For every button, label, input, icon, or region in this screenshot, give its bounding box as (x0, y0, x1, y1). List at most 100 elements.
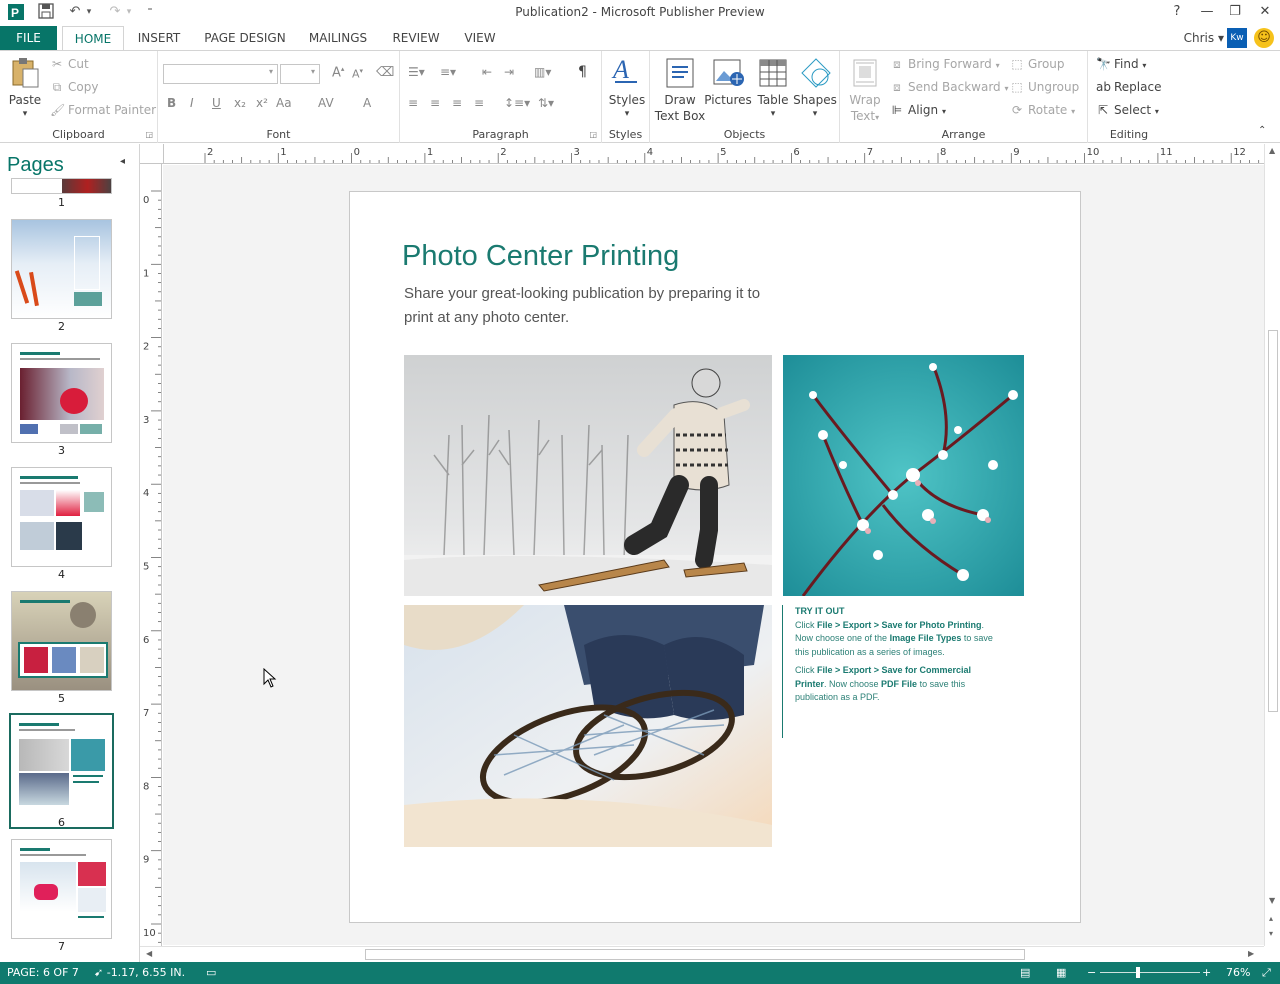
wrap-text-icon[interactable] (851, 57, 881, 87)
dialog-launcher-icon[interactable]: ◲ (589, 130, 597, 139)
select-button[interactable]: ⇱ Select ▾ (1096, 103, 1159, 117)
scroll-left-icon[interactable]: ◀ (146, 949, 152, 958)
group-button[interactable]: ⬚ Group (1010, 57, 1064, 71)
character-spacing-button[interactable]: AV (318, 96, 334, 110)
tab-home[interactable]: HOME (62, 26, 124, 51)
page-thumbnail-3[interactable] (11, 343, 112, 443)
shapes-icon[interactable] (800, 57, 831, 88)
page-thumbnail-1[interactable] (11, 178, 112, 194)
user-name[interactable]: Chris ▾ (1184, 28, 1224, 48)
styles-icon[interactable]: A (611, 55, 641, 86)
tab-file[interactable]: FILE (0, 26, 57, 50)
numbering-icon[interactable]: ≡▾ (440, 65, 456, 79)
page-thumbnail-6[interactable] (9, 713, 114, 829)
send-backward-button[interactable]: ⧈ Send Backward ▾ (890, 80, 1008, 95)
feedback-smiley-icon[interactable]: ☺ (1254, 28, 1274, 48)
tab-view[interactable]: VIEW (458, 26, 502, 50)
horizontal-scrollbar[interactable]: ◀ ▶ (140, 946, 1264, 962)
pictures-icon[interactable] (713, 57, 744, 87)
fit-page-icon[interactable]: ⤢ (1262, 966, 1271, 980)
try-it-out-box[interactable]: TRY IT OUT Click File > Export > Save fo… (782, 605, 1002, 738)
bring-forward-button[interactable]: ⧈ Bring Forward ▾ (890, 57, 999, 72)
format-painter-button[interactable]: 🖌 Format Painter (50, 103, 156, 117)
zoom-level[interactable]: 76% (1226, 966, 1250, 979)
tab-review[interactable]: REVIEW (388, 26, 444, 50)
paste-dropdown-icon[interactable]: ▾ (6, 106, 44, 122)
draw-text-box-label-2[interactable]: Text Box (652, 108, 708, 124)
table-icon[interactable] (758, 57, 788, 87)
close-button[interactable]: ✕ (1252, 2, 1278, 22)
page-thumbnail-7[interactable] (11, 839, 112, 939)
grow-font-button[interactable]: A▴ (332, 65, 344, 80)
align-button[interactable]: ⊫ Align ▾ (890, 103, 946, 117)
page-thumbnail-5[interactable] (11, 591, 112, 691)
publication-page[interactable]: Photo Center Printing Share your great-l… (349, 191, 1081, 923)
scroll-right-icon[interactable]: ▶ (1248, 949, 1254, 958)
vertical-scrollbar[interactable]: ▲ ▼ ▴ ▾ (1264, 144, 1280, 946)
paragraph-spacing-icon[interactable]: ⇅▾ (538, 96, 554, 110)
paste-icon[interactable] (10, 57, 40, 88)
align-right-icon[interactable]: ≡ (452, 96, 462, 110)
horizontal-ruler[interactable]: 2 1 0 1 2 3 4 5 6 7 8 9 10 11 12 (164, 144, 1278, 164)
page-title[interactable]: Photo Center Printing (402, 240, 679, 273)
help-button[interactable]: ? (1164, 2, 1190, 22)
font-color-button[interactable]: A (363, 96, 371, 110)
two-page-view-icon[interactable]: ▦ (1056, 966, 1066, 979)
page-thumbnail-4[interactable] (11, 467, 112, 567)
font-name-combo[interactable]: ▾ (163, 64, 278, 84)
shrink-font-button[interactable]: A▾ (352, 67, 363, 81)
draw-text-box-label-1[interactable]: Draw (656, 92, 704, 108)
font-size-combo[interactable]: ▾ (280, 64, 320, 84)
collapse-pane-icon[interactable]: ◂ (120, 156, 125, 167)
page-indicator[interactable]: PAGE: 6 OF 7 (7, 966, 79, 979)
scroll-down-icon[interactable]: ▼ (1269, 896, 1275, 905)
vertical-ruler[interactable]: 0 1 2 3 4 5 6 7 8 9 10 (140, 164, 162, 980)
dialog-launcher-icon[interactable]: ◲ (145, 130, 153, 139)
align-left-icon[interactable]: ≡ (408, 96, 418, 110)
line-spacing-icon[interactable]: ↕≡▾ (504, 96, 530, 110)
vertical-scroll-thumb[interactable] (1268, 330, 1278, 712)
zoom-out-button[interactable]: − (1087, 966, 1096, 979)
previous-page-icon[interactable]: ▴ (1269, 914, 1273, 923)
zoom-slider-thumb[interactable] (1136, 967, 1140, 978)
zoom-slider-track[interactable] (1100, 972, 1200, 973)
superscript-button[interactable]: x² (256, 96, 268, 110)
collapse-ribbon-icon[interactable]: ⌃ (1258, 125, 1266, 136)
change-case-button[interactable]: Aa (276, 96, 292, 110)
subscript-button[interactable]: x₂ (234, 96, 246, 110)
wrap-text-label-2[interactable]: Text▾ (842, 108, 888, 126)
align-center-icon[interactable]: ≡ (430, 96, 440, 110)
find-button[interactable]: 🔭 Find ▾ (1096, 57, 1146, 71)
snowy-branches-photo[interactable] (783, 355, 1024, 596)
styles-dropdown-icon[interactable]: ▾ (604, 106, 650, 122)
pictures-button[interactable]: Pictures (704, 92, 752, 108)
single-page-view-icon[interactable]: ▤ (1020, 966, 1030, 979)
clear-formatting-icon[interactable]: ⌫ (376, 65, 394, 80)
italic-button[interactable]: I (190, 96, 194, 110)
replace-button[interactable]: ab Replace (1096, 80, 1161, 94)
columns-icon[interactable]: ▥▾ (534, 65, 551, 79)
restore-button[interactable]: ❐ (1222, 2, 1248, 22)
tab-insert[interactable]: INSERT (132, 26, 186, 50)
zoom-in-button[interactable]: + (1202, 966, 1211, 979)
minimize-button[interactable]: — (1194, 2, 1220, 22)
wrap-text-label-1[interactable]: Wrap (842, 92, 888, 108)
avatar[interactable]: Kw (1227, 28, 1247, 48)
rotate-button[interactable]: ⟳ Rotate ▾ (1010, 103, 1075, 117)
cut-button[interactable]: ✂ Cut (50, 57, 89, 71)
justify-icon[interactable]: ≡ (474, 96, 484, 110)
page-subtitle[interactable]: Share your great-looking publication by … (404, 282, 784, 330)
next-page-icon[interactable]: ▾ (1269, 929, 1273, 938)
bullets-icon[interactable]: ☰▾ (408, 65, 425, 79)
bold-button[interactable]: B (167, 96, 176, 110)
scroll-up-icon[interactable]: ▲ (1269, 146, 1275, 155)
horizontal-scroll-thumb[interactable] (365, 949, 1025, 960)
text-box-icon[interactable] (665, 57, 695, 88)
shapes-dropdown-icon[interactable]: ▾ (793, 106, 837, 122)
increase-indent-icon[interactable]: ⇥ (504, 65, 514, 79)
pilcrow-button[interactable]: ¶ (578, 64, 587, 80)
copy-button[interactable]: ⧉ Copy (50, 80, 99, 95)
snowshoer-photo[interactable] (404, 355, 772, 596)
tab-page-design[interactable]: PAGE DESIGN (200, 26, 290, 50)
underline-button[interactable]: U (212, 96, 221, 110)
